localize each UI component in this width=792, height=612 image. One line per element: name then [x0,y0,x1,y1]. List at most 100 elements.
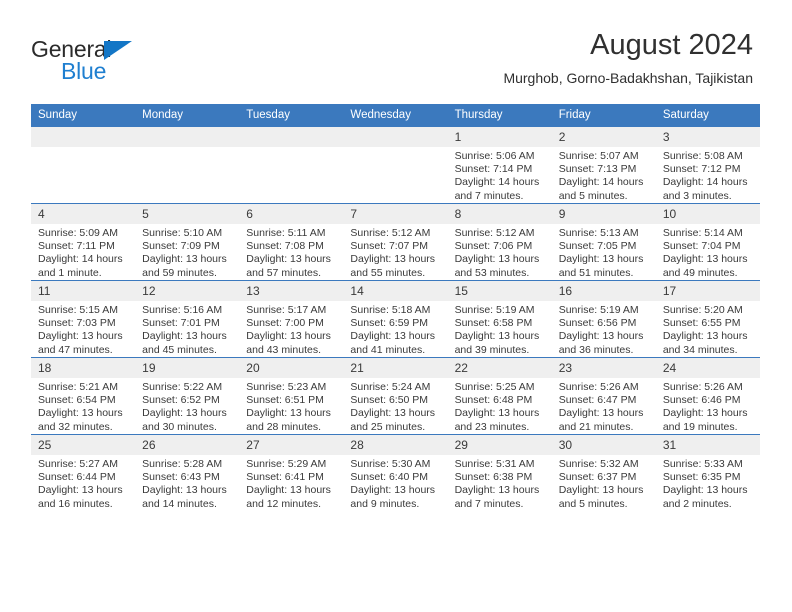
day-details: Sunrise: 5:26 AM Sunset: 6:46 PM Daylight:… [656,378,760,434]
sunset-text: Sunset: 7:11 PM [38,240,115,253]
sunrise-text: Sunrise: 5:08 AM [662,150,743,162]
calendar-day-cell[interactable]: 16 Sunrise: 5:19 AM Sunset: 6:56 PM Dayligh… [551,280,656,358]
sunrise-text: Sunrise: 5:33 AM [662,458,743,470]
day-number: 30 [551,435,656,455]
calendar-day-cell[interactable]: 27 Sunrise: 5:29 AM Sunset: 6:41 PM Dayligh… [239,434,344,511]
daylight-text: Daylight: 14 hours and 7 minutes. [454,176,540,202]
sunrise-text: Sunrise: 5:26 AM [558,381,639,393]
daylight-text: Daylight: 13 hours and 30 minutes. [142,407,227,433]
daylight-text: Daylight: 13 hours and 14 minutes. [142,484,227,510]
day-number: 5 [135,204,240,224]
calendar-day-cell[interactable]: 1 Sunrise: 5:06 AM Sunset: 7:14 PM Daylight… [447,126,552,204]
calendar-week-row: 11 Sunrise: 5:15 AM Sunset: 7:03 PM Dayligh… [31,280,760,358]
weekday-header-friday: Friday [551,104,656,127]
sunset-text: Sunset: 7:01 PM [142,317,220,330]
calendar-day-cell[interactable]: 11 Sunrise: 5:15 AM Sunset: 7:03 PM Dayligh… [31,280,136,358]
calendar-day-cell[interactable]: 19 Sunrise: 5:22 AM Sunset: 6:52 PM Dayligh… [135,357,240,435]
day-number: 24 [655,358,760,378]
calendar-day-cell[interactable]: 2 Sunrise: 5:07 AM Sunset: 7:13 PM Daylight… [551,126,656,204]
sunrise-text: Sunrise: 5:29 AM [246,458,327,470]
sunset-text: Sunset: 7:13 PM [558,163,637,176]
calendar-day-cell[interactable]: 6 Sunrise: 5:11 AM Sunset: 7:08 PM Daylight… [239,203,344,281]
sunrise-text: Sunrise: 5:23 AM [246,381,327,393]
calendar-day-cell[interactable]: 13 Sunrise: 5:17 AM Sunset: 7:00 PM Dayligh… [239,280,344,358]
daylight-text: Daylight: 13 hours and 9 minutes. [350,484,436,510]
calendar-day-cell[interactable]: 8 Sunrise: 5:12 AM Sunset: 7:06 PM Daylight… [447,203,552,281]
day-number: 19 [135,358,240,378]
day-details: Sunrise: 5:24 AM Sunset: 6:50 PM Daylight:… [343,378,447,434]
calendar-day-cell[interactable]: 17 Sunrise: 5:20 AM Sunset: 6:55 PM Dayligh… [655,280,760,358]
calendar-day-cell[interactable]: 30 Sunrise: 5:32 AM Sunset: 6:37 PM Dayligh… [551,434,656,511]
calendar-day-cell[interactable]: 31 Sunrise: 5:33 AM Sunset: 6:35 PM Dayligh… [655,434,760,511]
sunrise-text: Sunrise: 5:12 AM [454,227,535,239]
calendar-day-cell[interactable]: 4 Sunrise: 5:09 AM Sunset: 7:11 PM Daylight… [31,203,136,281]
day-number: 10 [655,204,760,224]
logo-text-blue: Blue [61,58,107,84]
calendar-week-row: 1 Sunrise: 5:06 AM Sunset: 7:14 PM Daylight… [31,126,760,204]
calendar-cell-empty [343,126,448,204]
day-number: 31 [655,435,760,455]
calendar-day-cell[interactable]: 14 Sunrise: 5:18 AM Sunset: 6:59 PM Dayligh… [343,280,448,358]
daylight-text: Daylight: 13 hours and 41 minutes. [350,330,436,356]
calendar-day-cell[interactable]: 9 Sunrise: 5:13 AM Sunset: 7:05 PM Daylight… [551,203,656,281]
calendar-day-cell[interactable]: 20 Sunrise: 5:23 AM Sunset: 6:51 PM Dayligh… [239,357,344,435]
day-details: Sunrise: 5:17 AM Sunset: 7:00 PM Daylight:… [239,301,343,357]
sunset-text: Sunset: 6:40 PM [350,471,429,484]
title-block: August 2024 Murghob, Gorno-Badakhshan, T… [503,28,753,88]
sunset-text: Sunset: 7:06 PM [454,240,533,253]
weekday-header-saturday: Saturday [655,104,760,127]
sunset-text: Sunset: 6:41 PM [246,471,324,484]
day-details: Sunrise: 5:21 AM Sunset: 6:54 PM Daylight:… [31,378,135,434]
daylight-text: Daylight: 13 hours and 45 minutes. [142,330,227,356]
sunrise-text: Sunrise: 5:22 AM [142,381,223,393]
calendar-day-cell[interactable]: 21 Sunrise: 5:24 AM Sunset: 6:50 PM Dayligh… [343,357,448,435]
day-details: Sunrise: 5:15 AM Sunset: 7:03 PM Daylight:… [31,301,135,357]
sunrise-text: Sunrise: 5:11 AM [246,227,326,239]
sunrise-text: Sunrise: 5:27 AM [38,458,118,470]
calendar-day-cell[interactable]: 28 Sunrise: 5:30 AM Sunset: 6:40 PM Dayligh… [343,434,448,511]
calendar-day-cell[interactable]: 5 Sunrise: 5:10 AM Sunset: 7:09 PM Daylight… [135,203,240,281]
sunrise-text: Sunrise: 5:19 AM [558,304,639,316]
calendar-week-row: 25 Sunrise: 5:27 AM Sunset: 6:44 PM Dayligh… [31,434,760,511]
daylight-text: Daylight: 13 hours and 21 minutes. [558,407,644,433]
calendar-day-cell[interactable]: 22 Sunrise: 5:25 AM Sunset: 6:48 PM Dayligh… [447,357,552,435]
day-details: Sunrise: 5:29 AM Sunset: 6:41 PM Daylight:… [239,455,343,511]
weekday-header-monday: Monday [135,104,240,127]
general-blue-logo[interactable]: General Blue [31,36,211,86]
calendar-day-cell[interactable]: 15 Sunrise: 5:19 AM Sunset: 6:58 PM Dayligh… [447,280,552,358]
sunset-text: Sunset: 7:00 PM [246,317,324,330]
day-details: Sunrise: 5:08 AM Sunset: 7:12 PM Daylight:… [656,147,760,203]
day-details: Sunrise: 5:07 AM Sunset: 7:13 PM Daylight:… [552,147,656,203]
day-details: Sunrise: 5:22 AM Sunset: 6:52 PM Daylight:… [135,378,239,434]
sunset-text: Sunset: 7:14 PM [454,163,533,176]
daylight-text: Daylight: 13 hours and 47 minutes. [38,330,123,356]
sunset-text: Sunset: 6:50 PM [350,394,429,407]
sunrise-text: Sunrise: 5:25 AM [454,381,535,393]
calendar-day-cell[interactable]: 24 Sunrise: 5:26 AM Sunset: 6:46 PM Dayligh… [655,357,760,435]
calendar-day-cell[interactable]: 25 Sunrise: 5:27 AM Sunset: 6:44 PM Dayligh… [31,434,136,511]
daylight-text: Daylight: 14 hours and 3 minutes. [662,176,748,202]
weekday-header-wednesday: Wednesday [343,104,448,127]
calendar-day-cell[interactable]: 12 Sunrise: 5:16 AM Sunset: 7:01 PM Dayligh… [135,280,240,358]
calendar-day-cell[interactable]: 29 Sunrise: 5:31 AM Sunset: 6:38 PM Dayligh… [447,434,552,511]
sunrise-text: Sunrise: 5:31 AM [454,458,535,470]
day-details: Sunrise: 5:14 AM Sunset: 7:04 PM Daylight:… [656,224,760,280]
calendar-day-cell[interactable]: 10 Sunrise: 5:14 AM Sunset: 7:04 PM Dayligh… [655,203,760,281]
sunrise-text: Sunrise: 5:12 AM [350,227,431,239]
day-number: 18 [31,358,136,378]
calendar-day-cell[interactable]: 18 Sunrise: 5:21 AM Sunset: 6:54 PM Dayligh… [31,357,136,435]
calendar-day-cell[interactable]: 26 Sunrise: 5:28 AM Sunset: 6:43 PM Dayligh… [135,434,240,511]
calendar-cell-empty [135,126,240,204]
day-number [239,127,344,147]
calendar-week-row: 4 Sunrise: 5:09 AM Sunset: 7:11 PM Daylight… [31,203,760,281]
daylight-text: Daylight: 13 hours and 59 minutes. [142,253,227,279]
calendar-day-cell[interactable]: 3 Sunrise: 5:08 AM Sunset: 7:12 PM Daylight… [655,126,760,204]
day-number: 11 [31,281,136,301]
calendar-day-cell[interactable]: 23 Sunrise: 5:26 AM Sunset: 6:47 PM Dayligh… [551,357,656,435]
sunset-text: Sunset: 6:58 PM [454,317,533,330]
daylight-text: Daylight: 14 hours and 5 minutes. [558,176,644,202]
day-number: 20 [239,358,344,378]
weekday-header-tuesday: Tuesday [239,104,344,127]
calendar-day-cell[interactable]: 7 Sunrise: 5:12 AM Sunset: 7:07 PM Daylight… [343,203,448,281]
sunrise-text: Sunrise: 5:21 AM [38,381,118,393]
